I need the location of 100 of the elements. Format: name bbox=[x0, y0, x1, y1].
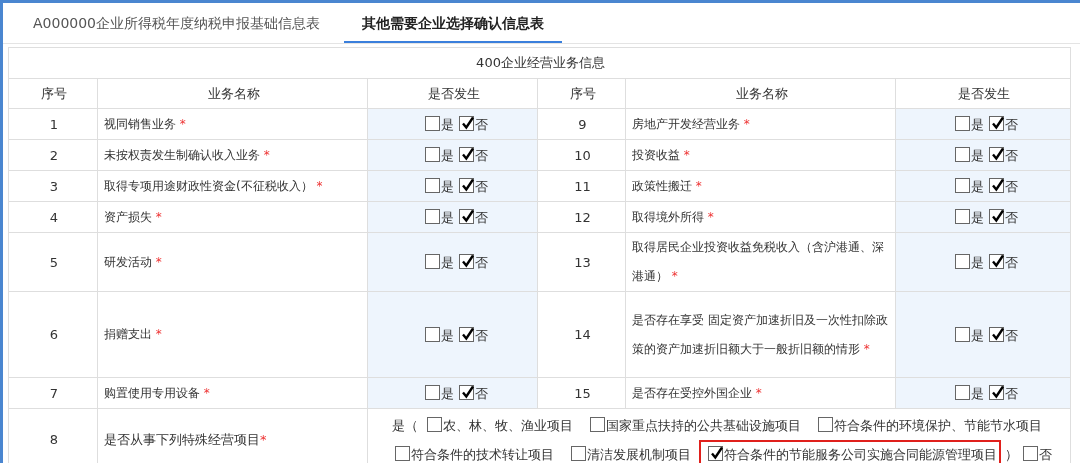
option-label: 农、林、牧、渔业项目 bbox=[442, 417, 573, 433]
checkbox[interactable] bbox=[955, 178, 970, 193]
item-name: 捐赠支出 * bbox=[104, 327, 162, 341]
item-name: 取得专项用途财政性资金(不征税收入） * bbox=[104, 178, 323, 193]
checkbox[interactable] bbox=[818, 417, 834, 432]
item-name: 研发活动 * bbox=[104, 254, 162, 269]
option-label: 是 bbox=[971, 179, 984, 194]
tab[interactable]: A000000企业所得税年度纳税申报基础信息表 bbox=[15, 3, 339, 43]
option-label: 是 bbox=[971, 117, 984, 132]
row-number: 2 bbox=[8, 139, 98, 171]
checkbox[interactable] bbox=[955, 326, 970, 342]
option-label: 否 bbox=[1005, 327, 1018, 343]
option-label: 否 bbox=[1005, 386, 1018, 401]
item-name: 政策性搬迁 * bbox=[632, 178, 702, 193]
checkbox[interactable] bbox=[989, 209, 1004, 224]
checkbox[interactable] bbox=[458, 178, 474, 193]
option-label: 否 bbox=[474, 148, 488, 163]
checkbox[interactable] bbox=[426, 417, 442, 432]
item-name: 是否存在享受 固定资产加速折旧及一次性扣除政策的资产加速折旧额大于一般折旧额的情形 * bbox=[632, 312, 888, 356]
row-number: 11 bbox=[537, 170, 626, 202]
checkbox[interactable] bbox=[458, 326, 474, 342]
option-label: 否 bbox=[1005, 179, 1018, 194]
option-label: 否 bbox=[474, 179, 488, 194]
checkbox[interactable] bbox=[955, 209, 970, 224]
checkbox[interactable] bbox=[955, 385, 970, 400]
option-label: 否 bbox=[474, 255, 488, 270]
checkbox[interactable] bbox=[989, 326, 1004, 342]
checkbox[interactable] bbox=[1023, 445, 1039, 461]
option-label: 否 bbox=[1039, 446, 1053, 461]
checkbox[interactable] bbox=[955, 147, 970, 162]
item-name: 是否从事下列特殊经营项目* bbox=[104, 432, 267, 447]
row-number: 1 bbox=[8, 108, 98, 140]
checkbox[interactable] bbox=[394, 445, 410, 461]
tab[interactable]: 其他需要企业选择确认信息表 bbox=[344, 3, 563, 43]
checkbox[interactable] bbox=[989, 385, 1004, 400]
option-label: ） bbox=[1005, 446, 1019, 461]
option-label: 是 bbox=[440, 386, 454, 401]
item-name: 投资收益 * bbox=[632, 147, 690, 162]
option-label: 是 bbox=[971, 255, 984, 270]
option-label: 是 bbox=[971, 210, 984, 225]
option-label: 符合条件的技术转让项目 bbox=[410, 446, 554, 461]
checkbox[interactable] bbox=[424, 147, 440, 162]
item-name: 房地产开发经营业务 * bbox=[632, 116, 750, 131]
checkbox[interactable] bbox=[424, 326, 440, 342]
checkbox[interactable] bbox=[590, 417, 605, 432]
checkbox[interactable] bbox=[989, 254, 1004, 269]
item-name: 未按权责发生制确认收入业务 * bbox=[104, 147, 270, 162]
checkbox[interactable] bbox=[458, 116, 474, 131]
option-label: 是 bbox=[440, 327, 454, 343]
row-number: 5 bbox=[8, 232, 98, 292]
item-name: 资产损失 * bbox=[104, 209, 162, 224]
checkbox[interactable] bbox=[708, 445, 724, 461]
option-label: 否 bbox=[474, 327, 488, 343]
option-label: 否 bbox=[474, 117, 488, 132]
checkbox[interactable] bbox=[424, 178, 440, 193]
checkbox[interactable] bbox=[458, 147, 474, 162]
row-number: 4 bbox=[8, 201, 98, 233]
option-label: 是 bbox=[971, 148, 984, 163]
column-header: 业务名称 bbox=[625, 78, 896, 109]
option-label: 符合条件的节能服务公司实施合同能源管理项目 bbox=[724, 446, 998, 461]
option-label: 符合条件的环境保护、节能节水项目 bbox=[834, 417, 1043, 433]
option-label: 是 bbox=[971, 327, 984, 343]
checkbox[interactable] bbox=[989, 116, 1004, 131]
checkbox[interactable] bbox=[424, 209, 440, 224]
option-label: 否 bbox=[1005, 148, 1018, 163]
checkbox[interactable] bbox=[458, 209, 474, 224]
checkbox[interactable] bbox=[570, 445, 586, 461]
checkbox[interactable] bbox=[989, 178, 1004, 193]
row-number: 14 bbox=[537, 291, 626, 378]
checkbox[interactable] bbox=[424, 254, 440, 269]
item-name: 是否存在受控外国企业 * bbox=[632, 385, 762, 400]
row-number: 10 bbox=[537, 139, 626, 171]
option-label: 否 bbox=[1005, 210, 1018, 225]
column-header: 序号 bbox=[8, 78, 98, 109]
row-number: 13 bbox=[537, 232, 626, 292]
checkbox[interactable] bbox=[458, 254, 474, 269]
option-label: 否 bbox=[1005, 255, 1018, 270]
row-number: 8 bbox=[8, 408, 98, 463]
checkbox[interactable] bbox=[955, 116, 970, 131]
checkbox[interactable] bbox=[424, 116, 440, 131]
option-label: 是 bbox=[440, 148, 454, 163]
option-label: 是 bbox=[440, 179, 454, 194]
option-label: 是（ bbox=[391, 417, 418, 433]
row-number: 7 bbox=[8, 377, 98, 409]
checkbox[interactable] bbox=[458, 385, 474, 400]
option-label: 否 bbox=[474, 210, 488, 225]
item-name: 视同销售业务 * bbox=[104, 116, 186, 131]
checkbox[interactable] bbox=[955, 254, 970, 269]
option-label: 是 bbox=[440, 210, 454, 225]
table-title: 400企业经营业务信息 bbox=[476, 55, 605, 70]
item-name: 购置使用专用设备 * bbox=[104, 385, 210, 400]
checkbox[interactable] bbox=[989, 147, 1004, 162]
checkbox[interactable] bbox=[424, 385, 440, 400]
column-header: 业务名称 bbox=[97, 78, 368, 109]
option-label: 否 bbox=[1005, 117, 1018, 132]
row-number: 6 bbox=[8, 291, 98, 378]
column-header: 序号 bbox=[537, 78, 626, 109]
column-header: 是否发生 bbox=[895, 78, 1071, 109]
row-number: 3 bbox=[8, 170, 98, 202]
item-name: 取得居民企业投资收益免税收入（含沪港通、深港通） * bbox=[632, 240, 884, 283]
